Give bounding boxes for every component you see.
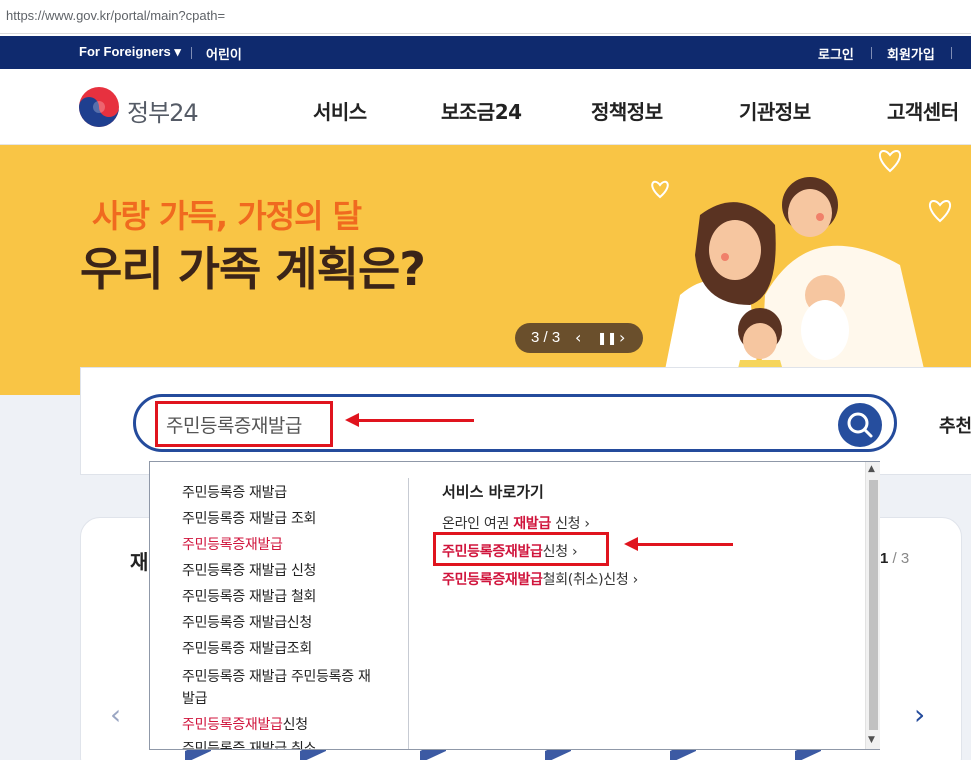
scroll-up-icon[interactable]: ▲ (868, 464, 875, 474)
suggestion-highlight: 주민등록증재발급 (182, 717, 283, 733)
service-link-passport-reissue[interactable]: 온라인 여권 재발급 신청 › (442, 513, 590, 533)
suggestion-item[interactable]: 주민등록증 재발급 취소 (182, 738, 316, 749)
divider (191, 47, 192, 59)
browser-url-bar[interactable]: https://www.gov.kr/portal/main?cpath= (0, 0, 971, 34)
carousel-count-total: / 3 (888, 550, 910, 567)
menu-subsidy24[interactable]: 보조금24 (441, 96, 522, 125)
kids-link[interactable]: 어린이 (206, 44, 242, 63)
autocomplete-dropdown: 주민등록증 재발급 주민등록증 재발급 조회 주민등록증재발급 주민등록증 재발… (149, 461, 880, 750)
banner-subtitle: 사랑 가득, 가정의 달 (92, 197, 362, 235)
dropdown-scrollbar[interactable]: ▲ ▼ (865, 462, 880, 749)
divider (871, 47, 872, 59)
service-link-id-reissue-cancel[interactable]: 주민등록증재발급철회(취소)신청 › (442, 569, 638, 589)
signup-link[interactable]: 회원가입 (887, 44, 935, 63)
service-link-highlight: 재발급 (513, 516, 551, 532)
menu-policy-info[interactable]: 정책정보 (591, 96, 663, 125)
service-shortcut-title: 서비스 바로가기 (442, 483, 544, 501)
screen: https://www.gov.kr/portal/main?cpath= Fo… (0, 0, 971, 760)
annotation-box-search (155, 401, 333, 447)
main-nav: 정부24 서비스 보조금24 정책정보 기관정보 고객센터 (0, 69, 971, 145)
suggestion-item[interactable]: 주민등록증재발급 (182, 534, 283, 554)
carousel-next-icon[interactable]: › (914, 698, 925, 731)
annotation-box-service (433, 532, 609, 566)
suggestion-item[interactable]: 주민등록증 재발급 (182, 482, 287, 502)
login-link[interactable]: 로그인 (818, 44, 854, 63)
carousel-prev-icon[interactable]: ‹ (110, 698, 121, 731)
suggestion-item[interactable]: 주민등록증 재발급 신청 (182, 560, 316, 580)
service-link-highlight: 주민등록증재발급 (442, 572, 543, 588)
menu-customer-center[interactable]: 고객센터 (887, 96, 959, 125)
chevron-left-icon[interactable]: ‹ (575, 328, 581, 347)
banner-pager: 3 / 3 ‹ ❚❚ › (515, 323, 643, 353)
top-utility-bar: For Foreigners ▾ 어린이 로그인 회원가입 (0, 36, 971, 69)
carousel-title: 재 (130, 550, 149, 574)
dropdown-divider (408, 478, 409, 749)
suggestion-item[interactable]: 주민등록증 재발급 조회 (182, 508, 316, 528)
suggestion-item[interactable]: 주민등록증 재발급 철회 (182, 586, 316, 606)
service-link-suffix: 철회(취소)신청 › (542, 572, 639, 588)
recommend-keywords-label[interactable]: 추천 (939, 412, 971, 438)
suggestion-item[interactable]: 주민등록증재발급신청 (182, 714, 308, 734)
chevron-right-icon[interactable]: › (619, 328, 625, 347)
service-link-prefix: 온라인 여권 (442, 516, 514, 532)
banner-page-indicator: 3 / 3 (531, 329, 561, 346)
url-text[interactable]: https://www.gov.kr/portal/main?cpath= (6, 8, 225, 23)
banner-title: 우리 가족 계획은? (80, 242, 426, 296)
search-icon (847, 412, 873, 438)
pause-icon[interactable]: ❚❚ (597, 331, 617, 345)
carousel-count: 1 / 3 (880, 550, 909, 567)
service-link-suffix: 신청 › (550, 516, 590, 532)
for-foreigners-link[interactable]: For Foreigners ▾ (79, 44, 181, 60)
menu-services[interactable]: 서비스 (313, 96, 367, 125)
menu-agency-info[interactable]: 기관정보 (739, 96, 811, 125)
suggestion-item[interactable]: 주민등록증 재발급조회 (182, 638, 312, 658)
suggestion-item[interactable]: 주민등록증 재발급 주민등록증 재 (182, 666, 371, 686)
family-illustration-icon (651, 150, 952, 395)
site-logo-text[interactable]: 정부24 (127, 93, 199, 128)
taegeuk-logo-icon[interactable] (79, 87, 119, 127)
annotation-arrow-icon (345, 413, 474, 427)
hero-banner[interactable]: 사랑 가득, 가정의 달 우리 가족 계획은? 3 / 3 ‹ ❚❚ › (0, 145, 971, 395)
divider (951, 47, 952, 59)
annotation-arrow-icon (624, 537, 733, 551)
suggestion-item[interactable]: 주민등록증 재발급신청 (182, 612, 312, 632)
scroll-down-icon[interactable]: ▼ (868, 735, 875, 745)
suggestion-rest: 신청 (282, 717, 308, 733)
search-button[interactable] (838, 403, 882, 447)
suggestion-item-wrap[interactable]: 발급 (182, 688, 207, 708)
scrollbar-thumb[interactable] (869, 480, 878, 730)
